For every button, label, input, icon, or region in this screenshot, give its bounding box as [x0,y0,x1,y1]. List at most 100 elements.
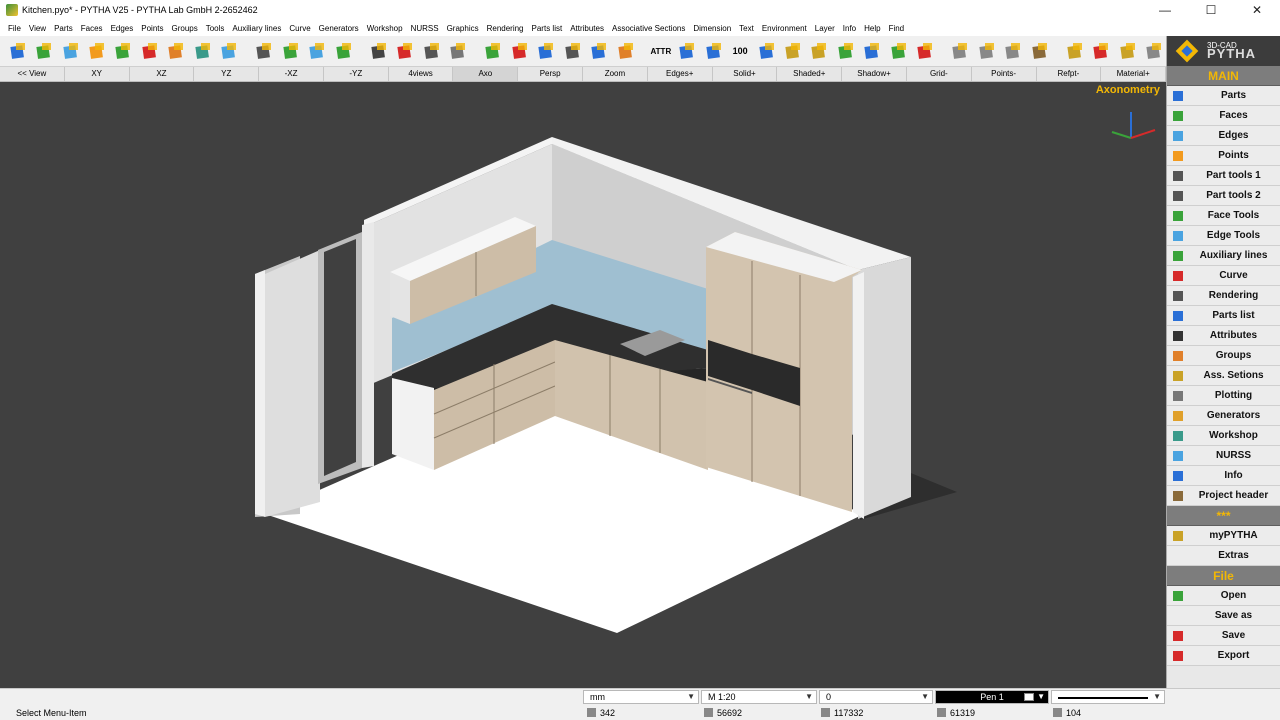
group-icon[interactable] [949,39,972,63]
panel-item-plotting[interactable]: Plotting [1167,386,1280,406]
maximize-button[interactable]: ☐ [1188,0,1234,20]
menu-faces[interactable]: Faces [77,24,107,33]
part-tools-icon[interactable] [253,39,276,63]
view-button-yz[interactable]: YZ [194,67,260,81]
group-2-icon[interactable] [975,39,998,63]
menu-points[interactable]: Points [137,24,167,33]
auxiliary-lines-icon[interactable] [112,39,135,63]
parts-list-2-icon[interactable] [702,39,725,63]
menu-parts[interactable]: Parts [50,24,77,33]
parts-icon[interactable] [6,39,29,63]
panel-item-save-as[interactable]: Save as [1167,606,1280,626]
menu-groups[interactable]: Groups [167,24,201,33]
points-icon[interactable] [85,39,108,63]
panel-item-parts[interactable]: Parts [1167,86,1280,106]
value-select[interactable]: 0 ▼ [819,690,933,704]
unit-select[interactable]: mm ▼ [583,690,699,704]
info-icon[interactable] [861,39,884,63]
view-button-4views[interactable]: 4views [389,67,454,81]
menu-dimension[interactable]: Dimension [689,24,735,33]
menu-parts-list[interactable]: Parts list [528,24,567,33]
edge-tools-icon[interactable] [306,39,329,63]
view-button-xy[interactable]: XY [65,67,130,81]
pen-icon[interactable] [1090,39,1113,63]
pen-select[interactable]: Pen 1 ▼ [935,690,1049,704]
menu-curve[interactable]: Curve [285,24,314,33]
undo-anchor-icon[interactable] [535,39,558,63]
panel-item-ass-setions[interactable]: Ass. Setions [1167,366,1280,386]
project-icon[interactable] [1028,39,1051,63]
menu-auxiliary-lines[interactable]: Auxiliary lines [228,24,285,33]
3d-viewport[interactable]: Axonometry [0,82,1166,688]
printer-icon[interactable] [446,39,469,63]
menu-environment[interactable]: Environment [758,24,811,33]
panel-item-extras[interactable]: Extras [1167,546,1280,566]
view-button-zoom[interactable]: Zoom [583,67,648,81]
panel-item-workshop[interactable]: Workshop [1167,426,1280,446]
scale-select[interactable]: M 1:20 ▼ [701,690,817,704]
cup-icon[interactable] [561,39,584,63]
panel-item-points[interactable]: Points [1167,146,1280,166]
menu-view[interactable]: View [25,24,50,33]
view-button-solid-plus[interactable]: Solid+ [713,67,778,81]
group-3-icon[interactable] [1001,39,1024,63]
view-button-view[interactable]: << View [0,67,65,81]
view-button-persp[interactable]: Persp [518,67,584,81]
menu-file[interactable]: File [4,24,25,33]
view-button-grid-minus[interactable]: Grid- [907,67,972,81]
panel-item-generators[interactable]: Generators [1167,406,1280,426]
menu-generators[interactable]: Generators [315,24,363,33]
workshop-drill-icon[interactable] [191,39,214,63]
menu-text[interactable]: Text [735,24,758,33]
panel-item-part-tools-2[interactable]: Part tools 2 [1167,186,1280,206]
menu-layer[interactable]: Layer [811,24,839,33]
material-icon[interactable] [808,39,831,63]
view-button-shadow-plus[interactable]: Shadow+ [842,67,907,81]
attributes-icon[interactable]: ATTR [649,39,672,63]
panel-item-groups[interactable]: Groups [1167,346,1280,366]
menu-find[interactable]: Find [885,24,909,33]
menu-associative-sections[interactable]: Associative Sections [608,24,689,33]
nurss-icon[interactable] [217,39,240,63]
texture-icon[interactable] [781,39,804,63]
eye-icon[interactable] [420,39,443,63]
delete-icon[interactable] [913,39,936,63]
view-button-shaded-plus[interactable]: Shaded+ [777,67,843,81]
line-style-select[interactable]: ▼ [1051,690,1165,704]
curve-icon[interactable] [138,39,161,63]
panel-item-parts-list[interactable]: Parts list [1167,306,1280,326]
menu-graphics[interactable]: Graphics [443,24,483,33]
render-lights-icon[interactable] [394,39,417,63]
view-button--xz[interactable]: -XZ [259,67,324,81]
menu-nurss[interactable]: NURSS [407,24,443,33]
face-tools-icon[interactable] [279,39,302,63]
panel-item-info[interactable]: Info [1167,466,1280,486]
tool-icon[interactable] [1063,39,1086,63]
faces-icon[interactable] [32,39,55,63]
panel-item-faces[interactable]: Faces [1167,106,1280,126]
view-button-axo[interactable]: Axo [453,67,519,81]
panel-item-edges[interactable]: Edges [1167,126,1280,146]
parts-list-icon[interactable] [676,39,699,63]
view-button-xz[interactable]: XZ [130,67,195,81]
panel-item-face-tools[interactable]: Face Tools [1167,206,1280,226]
tree-icon[interactable] [834,39,857,63]
panel-item-rendering[interactable]: Rendering [1167,286,1280,306]
library-icon[interactable] [1116,39,1139,63]
redo-icon[interactable] [614,39,637,63]
panel-item-part-tools-1[interactable]: Part tools 1 [1167,166,1280,186]
panel-item-save[interactable]: Save [1167,626,1280,646]
panel-item-open[interactable]: Open [1167,586,1280,606]
menu-tools[interactable]: Tools [202,24,229,33]
edges-icon[interactable] [59,39,82,63]
panel-item-curve[interactable]: Curve [1167,266,1280,286]
undo-icon[interactable] [587,39,610,63]
import-down-icon[interactable] [508,39,531,63]
menu-help[interactable]: Help [860,24,884,33]
menu-info[interactable]: Info [839,24,860,33]
aux-tools-icon[interactable] [332,39,355,63]
panel-item-project-header[interactable]: Project header [1167,486,1280,506]
panel-item-attributes[interactable]: Attributes [1167,326,1280,346]
menu-rendering[interactable]: Rendering [483,24,528,33]
close-button[interactable]: ✕ [1234,0,1280,20]
